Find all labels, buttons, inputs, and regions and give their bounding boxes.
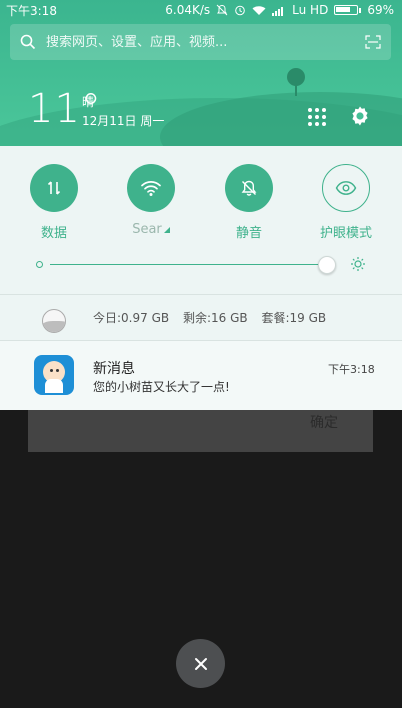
notification-time: 下午3:18 (328, 363, 375, 376)
app-icon (34, 355, 74, 395)
brightness-slider[interactable] (36, 256, 366, 276)
carrier-label: Lu HD (292, 3, 329, 17)
tree-decoration (287, 68, 305, 86)
quick-settings-panel: 数据 Sear 静音 护眼模式 今日:0.97 GB 剩余:16 GB 套餐:1… (0, 146, 402, 410)
toggle-silent[interactable]: 静音 (219, 164, 279, 241)
brightness-high-icon (351, 257, 365, 271)
toggle-label: 护眼模式 (319, 226, 372, 241)
bell-off-icon (241, 180, 257, 196)
wifi-status-icon (252, 5, 266, 15)
wifi-icon (141, 181, 161, 196)
notification-item[interactable]: 新消息 您的小树苗又长大了一点! 下午3:18 (0, 340, 402, 410)
search-bar[interactable] (10, 24, 391, 60)
apps-grid-icon[interactable] (308, 108, 326, 126)
notification-title: 新消息 (93, 361, 135, 377)
toggle-mobile-data[interactable]: 数据 (24, 164, 84, 241)
data-usage-icon (42, 309, 66, 333)
baby-eye (50, 369, 53, 372)
search-icon (20, 34, 36, 50)
status-bar: 下午3:18 6.04K/s Lu HD 69% (0, 0, 402, 20)
clear-notifications-button[interactable] (176, 639, 225, 688)
toggle-circle[interactable] (30, 164, 78, 212)
notification-shade-header: 下午3:18 6.04K/s Lu HD 69% 搜索网页、设置、应用、视频..… (0, 0, 402, 148)
notification-body: 您的小树苗又长大了一点! (93, 380, 230, 394)
data-arrows-icon (47, 181, 61, 195)
toggle-circle[interactable] (127, 164, 175, 212)
weather-condition: 晴 (82, 95, 95, 109)
baby-eye (56, 369, 59, 372)
gear-icon[interactable] (348, 104, 372, 128)
toggle-label: 数据 (40, 226, 67, 241)
close-icon (194, 657, 207, 670)
battery-cap (359, 7, 362, 13)
data-usage-row[interactable]: 今日:0.97 GB 剩余:16 GB 套餐:19 GB (0, 295, 402, 339)
scan-icon[interactable] (365, 35, 381, 49)
toggle-circle[interactable] (322, 164, 370, 212)
data-usage-text: 今日:0.97 GB 剩余:16 GB 套餐:19 GB (93, 309, 336, 326)
eye-icon (335, 181, 357, 195)
toggle-wifi[interactable]: Sear (121, 164, 181, 237)
network-speed: 6.04K/s (165, 3, 211, 17)
battery-icon (334, 5, 359, 15)
data-today: 今日:0.97 GB (93, 311, 170, 325)
data-remaining: 剩余:16 GB (182, 311, 248, 325)
toggle-label: 静音 (235, 226, 262, 241)
wifi-network-name: Sear (132, 222, 162, 237)
mute-status-icon (216, 4, 228, 16)
toggle-label: Sear (121, 222, 181, 237)
search-input[interactable] (46, 34, 365, 50)
signal-icon (272, 6, 284, 16)
expand-triangle-icon (163, 227, 170, 233)
baby-body (45, 379, 63, 393)
data-plan: 套餐:19 GB (261, 311, 327, 325)
slider-thumb[interactable] (318, 256, 336, 274)
date-label: 12月11日 周一 (82, 114, 165, 128)
battery-percent: 69% (367, 3, 394, 17)
alarm-icon (235, 5, 245, 16)
brightness-low-icon (36, 261, 43, 268)
slider-track[interactable] (50, 264, 330, 265)
toggle-circle[interactable] (225, 164, 273, 212)
background-confirm-button[interactable]: 确定 (310, 412, 338, 432)
toggle-eye-mode[interactable]: 护眼模式 (316, 164, 376, 241)
status-time: 下午3:18 (6, 3, 57, 18)
